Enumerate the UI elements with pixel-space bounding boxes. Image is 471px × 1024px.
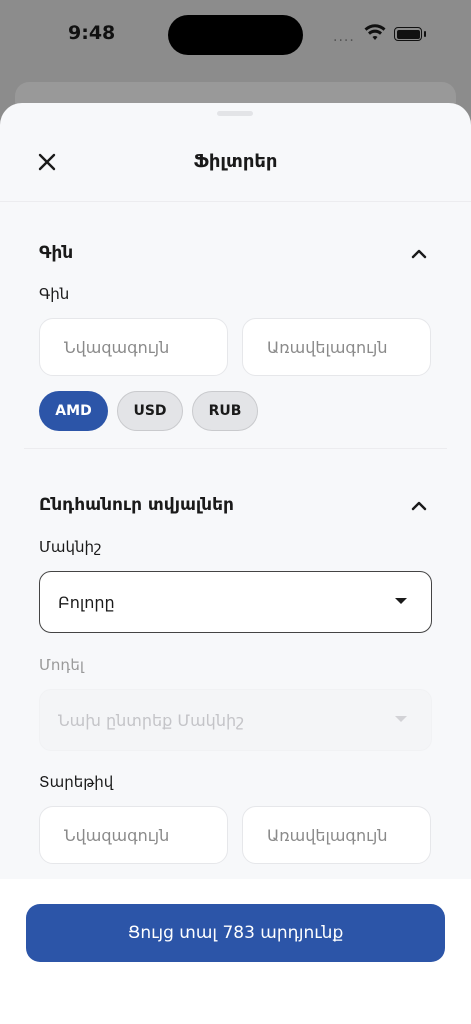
caret-down-icon: [395, 716, 407, 722]
price-field-label: Գին: [39, 285, 70, 303]
price-max-input[interactable]: Առավելագույն: [242, 318, 431, 376]
currency-chip-rub[interactable]: RUB: [192, 391, 258, 431]
price-section-title: Գին: [39, 243, 74, 263]
status-bar: 9:48 ····: [0, 0, 471, 70]
sheet-footer: Ցույց տալ 783 արդյունք: [0, 879, 471, 1024]
chevron-up-icon: [411, 249, 427, 259]
make-label: Մակնիշ: [39, 538, 102, 556]
status-time: 9:48: [68, 22, 116, 44]
signal-indicator: ····: [333, 33, 355, 49]
model-select-placeholder: Նախ ընտրեք Մակնիշ: [58, 710, 245, 730]
price-max-placeholder: Առավելագույն: [267, 337, 388, 357]
currency-chip-usd[interactable]: USD: [117, 391, 183, 431]
make-select-value: Բոլորը: [58, 592, 115, 612]
make-select[interactable]: Բոլորը: [39, 571, 432, 633]
year-max-placeholder: Առավելագույն: [267, 825, 388, 845]
price-min-input[interactable]: Նվազագույն: [39, 318, 228, 376]
general-section-title: Ընդհանուր տվյալներ: [39, 495, 234, 515]
chevron-up-icon: [411, 501, 427, 511]
battery-icon: [394, 27, 426, 41]
model-select: Նախ ընտրեք Մակնիշ: [39, 689, 432, 751]
show-results-button[interactable]: Ցույց տալ 783 արդյունք: [26, 904, 445, 962]
filters-sheet: Ֆիլտրեր Գին Գին Նվազագույն Առավելագույն …: [0, 103, 471, 1024]
header-divider: [0, 201, 471, 202]
model-label: Մոդել: [39, 656, 84, 674]
price-min-placeholder: Նվազագույն: [64, 337, 170, 357]
currency-chip-amd[interactable]: AMD: [39, 391, 108, 431]
year-min-input[interactable]: Նվազագույն: [39, 806, 228, 864]
year-label: Տարեթիվ: [39, 773, 114, 791]
year-min-placeholder: Նվազագույն: [64, 825, 170, 845]
wifi-icon: [364, 24, 386, 40]
page-title: Ֆիլտրեր: [193, 151, 278, 172]
section-divider: [24, 448, 447, 449]
price-section-toggle[interactable]: [409, 244, 429, 264]
year-max-input[interactable]: Առավելագույն: [242, 806, 431, 864]
sheet-grabber[interactable]: [217, 111, 253, 116]
general-section-toggle[interactable]: [409, 496, 429, 516]
dynamic-island: [168, 15, 303, 55]
caret-down-icon: [395, 598, 407, 604]
